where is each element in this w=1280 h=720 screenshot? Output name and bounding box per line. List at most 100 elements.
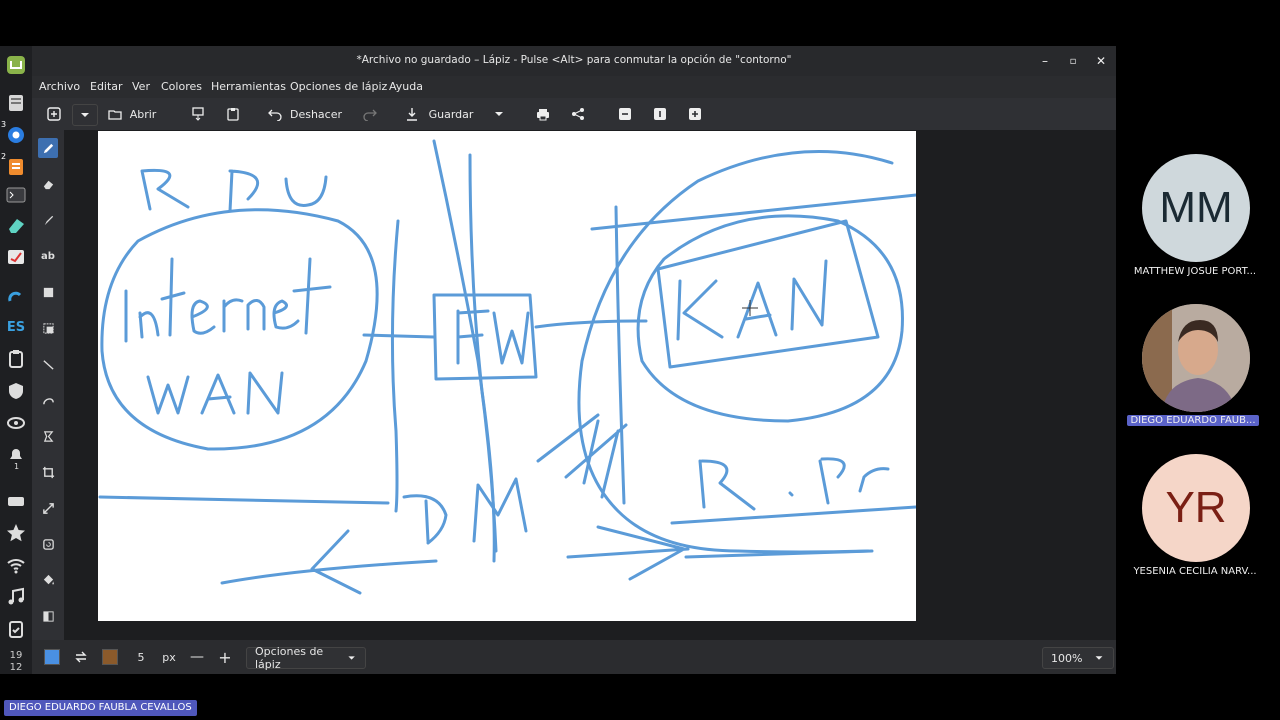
eraser-icon (43, 180, 53, 189)
size-decrease-button[interactable]: — (188, 647, 206, 667)
import-icon (192, 107, 204, 121)
rectangle-tool[interactable] (38, 282, 58, 302)
selection-icon (42, 322, 54, 334)
document-viewer-icon[interactable]: 2 (1, 152, 27, 178)
mint-menu-icon[interactable] (5, 54, 27, 76)
secondary-color-button[interactable] (102, 647, 118, 667)
highlight-icon (42, 610, 54, 622)
notification-badge-2: 2 (1, 152, 7, 161)
notifications-icon[interactable]: 1 (5, 444, 27, 471)
fill-tool[interactable] (38, 570, 58, 590)
zoom-select[interactable]: 100% (1042, 647, 1114, 669)
share-button[interactable] (568, 104, 588, 124)
menu-colores[interactable]: Colores (161, 80, 202, 93)
terminal-icon[interactable] (5, 184, 27, 206)
arrow-right (566, 525, 690, 581)
clipboard-icon[interactable] (5, 348, 27, 370)
drive-icon[interactable] (5, 490, 27, 512)
pencil-icon (43, 143, 53, 153)
pencil-tool[interactable] (38, 138, 58, 158)
highlight-tool[interactable] (38, 606, 58, 626)
import-button[interactable] (188, 104, 208, 124)
brush-tool[interactable] (38, 210, 58, 230)
clock[interactable]: 19 12 (4, 650, 28, 674)
menu-herramientas[interactable]: Herramientas (211, 80, 286, 93)
zoom-reset-button[interactable] (650, 104, 670, 124)
eraser-tool[interactable] (38, 174, 58, 194)
eraser-app-icon[interactable] (5, 214, 27, 236)
save-button[interactable]: Guardar (404, 104, 474, 124)
participant-video-diego[interactable] (1142, 304, 1250, 412)
handwriting-kan (676, 259, 828, 341)
close-button[interactable]: ✕ (1092, 52, 1110, 70)
rotate-tool[interactable] (38, 534, 58, 554)
new-button[interactable] (44, 104, 64, 124)
secondary-color-swatch (102, 649, 118, 665)
pencil-app-icon[interactable] (5, 246, 27, 268)
swap-colors-button[interactable] (72, 647, 90, 667)
files-icon[interactable] (5, 92, 27, 114)
line-tool[interactable] (38, 354, 58, 374)
menu-opciones[interactable]: Opciones de lápiz (290, 80, 387, 93)
undo-label: Deshacer (289, 107, 342, 121)
crop-tool[interactable] (38, 462, 58, 482)
tools-sidebar: ab (32, 130, 64, 640)
size-increase-button[interactable]: + (216, 647, 234, 667)
system-panel: 3 2 ES 1 19 12 (0, 46, 32, 674)
participant-avatar-yr[interactable]: YR (1142, 454, 1250, 562)
scale-tool[interactable] (38, 498, 58, 518)
menu-archivo[interactable]: Archivo (39, 80, 80, 93)
text-icon: ab (41, 250, 55, 262)
tray-count: 1 (14, 462, 20, 471)
main-color-button[interactable] (44, 647, 60, 667)
minimize-button[interactable]: – (1036, 52, 1054, 70)
pencil-options-button[interactable]: Opciones de lápiz (246, 645, 366, 671)
handwriting-wan (146, 371, 284, 415)
paste-button[interactable] (223, 104, 243, 124)
curve-tool[interactable] (38, 390, 58, 410)
wifi-icon[interactable] (5, 554, 27, 576)
menu-ver[interactable]: Ver (132, 80, 150, 93)
rectangle-icon (43, 287, 53, 297)
selection-tool[interactable] (38, 318, 58, 338)
menu-ayuda[interactable]: Ayuda (389, 80, 423, 93)
chrome-icon[interactable]: 3 (1, 120, 27, 146)
menu-bar: Archivo Editar Ver Colores Herramientas … (32, 76, 1116, 98)
fill-icon (43, 574, 54, 584)
new-dropdown-button[interactable] (72, 104, 98, 126)
zoom-in-button[interactable] (685, 104, 705, 124)
size-value[interactable]: 5 (134, 647, 148, 667)
title-bar[interactable]: *Archivo no guardado – Lápiz - Pulse <Al… (32, 46, 1116, 76)
zoom-out-button[interactable] (615, 104, 635, 124)
undo-button[interactable]: Deshacer (268, 104, 342, 124)
open-button[interactable]: Abrir (106, 104, 158, 124)
handwriting-fw (456, 309, 530, 365)
shield-icon[interactable] (5, 380, 27, 402)
print-button[interactable] (533, 104, 553, 124)
participant-avatar-mm[interactable]: MM (1142, 154, 1250, 262)
keyboard-layout-indicator[interactable]: ES (5, 316, 27, 338)
drawing-canvas[interactable] (98, 131, 918, 621)
clipboard-check-icon[interactable] (5, 618, 27, 640)
active-speaker-label: DIEGO EDUARDO FAUBLA CEVALLOS (4, 700, 197, 716)
zoom-one-icon (654, 108, 666, 120)
text-tool[interactable]: ab (38, 246, 58, 266)
freeform-shape-tool[interactable] (38, 426, 58, 446)
chevron-down-icon (348, 656, 355, 660)
update-icon[interactable] (5, 288, 27, 310)
dmz-line-center (468, 153, 496, 563)
private-network-curve (577, 149, 894, 554)
firewall-box (432, 293, 538, 381)
star-icon[interactable] (5, 522, 27, 544)
save-dropdown-button[interactable] (490, 104, 508, 124)
redo-button[interactable] (360, 104, 380, 124)
window-title: *Archivo no guardado – Lápiz - Pulse <Al… (356, 54, 792, 66)
maximize-button[interactable]: ▫ (1064, 52, 1082, 70)
undo-icon (268, 109, 282, 121)
menu-editar[interactable]: Editar (90, 80, 123, 93)
music-icon[interactable] (5, 586, 27, 608)
brush-icon (44, 215, 53, 225)
canvas-area (64, 130, 1116, 640)
sketch (98, 139, 918, 595)
eye-icon[interactable] (5, 412, 27, 434)
